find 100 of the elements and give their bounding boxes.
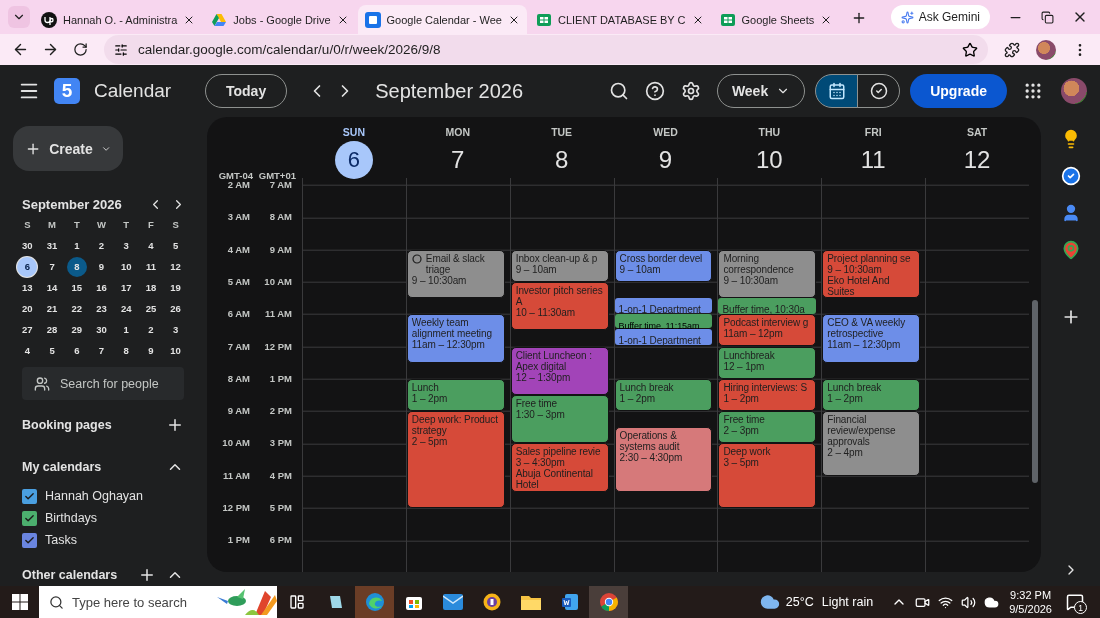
checkbox[interactable] <box>22 510 37 526</box>
search-people-field[interactable]: Search for people <box>22 367 184 400</box>
notifications-icon[interactable] <box>1066 593 1084 611</box>
calendar-day[interactable]: 22 <box>66 298 87 319</box>
day-number[interactable]: 6 <box>334 141 373 179</box>
event-card[interactable]: Email & slack triage 9 – 10:30am <box>406 249 505 299</box>
event-card[interactable]: Project planning se 9 – 10:30am Eko Hotel And Suites <box>822 249 921 299</box>
calendar-day[interactable]: 5 <box>165 235 186 256</box>
scrollbar[interactable] <box>1032 300 1038 483</box>
search-icon[interactable] <box>608 81 629 101</box>
checkbox[interactable] <box>22 532 37 548</box>
event-card[interactable]: Free time 2 – 3pm <box>718 411 817 444</box>
day-number[interactable]: 10 <box>750 141 789 179</box>
event-card[interactable]: Operations & systems audit 2:30 – 4:30pm <box>614 427 713 492</box>
mail-icon[interactable] <box>442 594 463 610</box>
browser-tab[interactable]: Hannah O. - Administra <box>34 5 203 34</box>
event-card[interactable]: Lunch 1 – 2pm <box>406 378 505 412</box>
event-card[interactable]: Deep work: Product strategy 2 – 5pm <box>406 411 505 508</box>
calendar-day[interactable]: 5 <box>42 340 63 361</box>
checkbox[interactable] <box>22 488 37 504</box>
event-card[interactable]: Cross border devel 9 – 10am <box>614 249 713 282</box>
windows-start-icon[interactable] <box>11 594 28 610</box>
calendar-day[interactable]: 13 <box>17 277 38 298</box>
event-card[interactable]: Weekly team alignment meeting 11am – 12:30pm <box>406 314 505 363</box>
calendar-day[interactable]: 15 <box>66 277 87 298</box>
calendar-day[interactable]: 8 <box>116 340 137 361</box>
event-card[interactable]: Buffer time, 11:15am <box>614 313 713 328</box>
check-circle-icon[interactable] <box>1060 166 1081 186</box>
calendar-view-button[interactable] <box>815 74 859 108</box>
reload-icon[interactable] <box>72 42 88 57</box>
weather-cloud-icon[interactable] <box>759 592 780 612</box>
browser-tab[interactable]: CLIENT DATABASE BY C <box>528 5 711 34</box>
puzzle-icon[interactable] <box>1004 41 1020 58</box>
site-settings-icon[interactable] <box>114 42 128 57</box>
calendar-day[interactable]: 31 <box>42 235 63 256</box>
event-card[interactable]: Financial review/expense approvals 2 – 4pm <box>822 411 921 476</box>
volume-icon[interactable] <box>961 594 977 610</box>
task-view-icon[interactable] <box>288 594 305 610</box>
calendar-day[interactable]: 10 <box>165 340 186 361</box>
add-icon[interactable] <box>166 416 184 434</box>
calendar-day[interactable]: 26 <box>165 298 186 319</box>
taskbar-search-field[interactable]: Type here to search <box>39 586 277 618</box>
calendar-day[interactable]: 1 <box>66 235 87 256</box>
calendar-day[interactable]: 10 <box>116 256 137 277</box>
calendar-day[interactable]: 3 <box>116 235 137 256</box>
calendar-day[interactable]: 11 <box>140 256 161 277</box>
calendar-day[interactable]: 9 <box>140 340 161 361</box>
calendar-day[interactable]: 2 <box>140 319 161 340</box>
add-icon[interactable] <box>138 566 156 584</box>
cloud-icon[interactable] <box>984 594 1000 610</box>
address-bar[interactable]: calendar.google.com/calendar/u/0/r/week/2026/9/8 <box>104 35 988 64</box>
event-card[interactable]: Lunchbreak 12 – 1pm <box>718 346 817 379</box>
event-card[interactable]: Deep work 3 – 5pm <box>718 443 817 508</box>
event-card[interactable]: Inbox clean-up & p 9 – 10am <box>510 249 609 282</box>
calendar-day[interactable]: 16 <box>91 277 112 298</box>
event-card[interactable]: Lunch break 1 – 2pm <box>822 378 921 412</box>
event-card[interactable]: CEO & VA weekly retrospective 11am – 12:30pm <box>822 314 921 363</box>
event-card[interactable]: Hiring interviews: S 1 – 2pm <box>718 378 817 412</box>
day-number[interactable]: 9 <box>646 141 685 179</box>
calendar-day[interactable]: 30 <box>91 319 112 340</box>
settings-icon[interactable] <box>680 81 701 101</box>
calendar-day[interactable]: 18 <box>140 277 161 298</box>
calendar-day[interactable]: 29 <box>66 319 87 340</box>
document-icon[interactable] <box>560 593 579 611</box>
calendar-day[interactable]: 28 <box>42 319 63 340</box>
calendar-day[interactable]: 12 <box>165 256 186 277</box>
wifi-icon[interactable] <box>938 594 954 610</box>
taskbar-button[interactable] <box>355 586 394 618</box>
calendar-day[interactable]: 8 <box>66 256 87 277</box>
calendar-day[interactable]: 7 <box>91 340 112 361</box>
day-number[interactable]: 11 <box>854 141 893 179</box>
calendar-day[interactable]: 19 <box>165 277 186 298</box>
create-button[interactable]: Create <box>13 126 123 171</box>
event-card[interactable]: Sales pipeline revie 3 – 4:30pm Abuja Continental Hotel <box>510 443 609 492</box>
calendar-day[interactable]: 24 <box>116 298 137 319</box>
ask-gemini-button[interactable]: Ask Gemini <box>890 5 990 29</box>
calendar-day[interactable]: 1 <box>116 319 137 340</box>
calendar-day[interactable]: 21 <box>42 298 63 319</box>
event-card[interactable]: Investor pitch series A 10 – 11:30am <box>510 281 609 331</box>
calendar-day[interactable]: 25 <box>140 298 161 319</box>
event-card[interactable]: 1-on-1 Department <box>614 298 713 313</box>
calendar-day[interactable]: 3 <box>165 319 186 340</box>
event-card[interactable]: Podcast interview g 11am – 12pm <box>718 314 817 347</box>
event-card[interactable]: Lunch break 1 – 2pm <box>614 378 713 412</box>
calendar-day[interactable]: 17 <box>116 277 137 298</box>
calendar-day[interactable]: 6 <box>66 340 87 361</box>
browser-tab[interactable]: Google Sheets <box>712 5 840 34</box>
calendar-day[interactable]: 4 <box>17 340 38 361</box>
upgrade-button[interactable]: Upgrade <box>910 74 1007 108</box>
calendar-day[interactable]: 14 <box>42 277 63 298</box>
calendar-day[interactable]: 2 <box>91 235 112 256</box>
calendar-day[interactable]: 9 <box>91 256 112 277</box>
avatar[interactable] <box>1061 78 1087 104</box>
event-card[interactable]: Morning correspondence 9 – 10:30am <box>718 249 817 299</box>
calendar-day[interactable]: 20 <box>17 298 38 319</box>
day-number[interactable]: 7 <box>438 141 477 179</box>
calendar-day[interactable]: 6 <box>17 256 38 277</box>
calendar-day[interactable]: 30 <box>17 235 38 256</box>
browser-tab[interactable]: Google Calendar - Wee <box>357 5 527 34</box>
calendar-day[interactable]: 23 <box>91 298 112 319</box>
